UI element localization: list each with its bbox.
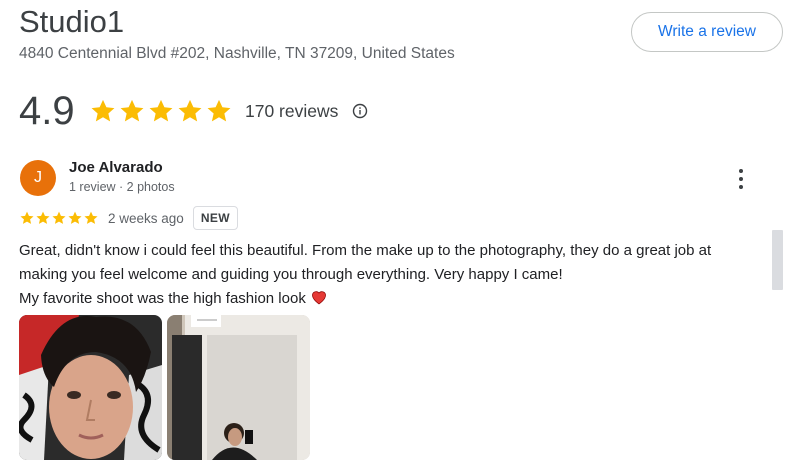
review-photo-selfie[interactable] — [19, 315, 162, 460]
star-icon — [20, 211, 34, 224]
place-title: Studio1 — [19, 4, 125, 39]
review-photo-mirror-selfie[interactable] — [167, 315, 310, 460]
review-text-line: Great, didn't know i could feel this bea… — [19, 242, 712, 259]
new-badge: NEW — [192, 206, 239, 230]
star-icon — [52, 211, 66, 224]
star-icon — [91, 99, 115, 122]
review-stars — [19, 210, 99, 226]
rating-stars — [89, 97, 233, 125]
review-time: 2 weeks ago — [108, 210, 184, 226]
more-vert-icon[interactable] — [730, 166, 752, 192]
scrollbar[interactable] — [772, 230, 783, 290]
red-heart-icon — [311, 291, 326, 305]
review-rating-row: 2 weeks ago NEW — [19, 206, 239, 230]
review-text: Great, didn't know i could feel this bea… — [19, 239, 759, 311]
review-text-line: making you feel welcome and guiding you … — [19, 266, 563, 283]
reviewer-name[interactable]: Joe Alvarado — [69, 159, 163, 176]
review-count: 170 reviews — [245, 100, 339, 121]
star-icon — [68, 211, 82, 224]
rating-value: 4.9 — [19, 88, 75, 133]
info-icon[interactable] — [352, 103, 368, 119]
write-review-button[interactable]: Write a review — [631, 12, 783, 52]
reviewer-meta: 1 review · 2 photos — [69, 180, 175, 194]
review-text-line-last: My favorite shoot was the high fashion l… — [19, 287, 759, 311]
star-icon — [178, 99, 202, 122]
star-icon — [207, 99, 231, 122]
star-icon — [120, 99, 144, 122]
rating-summary: 4.9 170 reviews — [19, 88, 368, 134]
place-address: 4840 Centennial Blvd #202, Nashville, TN… — [19, 45, 455, 62]
avatar[interactable]: J — [20, 160, 56, 196]
star-icon — [84, 211, 98, 224]
star-icon — [36, 211, 50, 224]
review-text-line: My favorite shoot was the high fashion l… — [19, 290, 306, 307]
star-icon — [149, 99, 173, 122]
review-panel: Studio1 4840 Centennial Blvd #202, Nashv… — [0, 0, 797, 463]
